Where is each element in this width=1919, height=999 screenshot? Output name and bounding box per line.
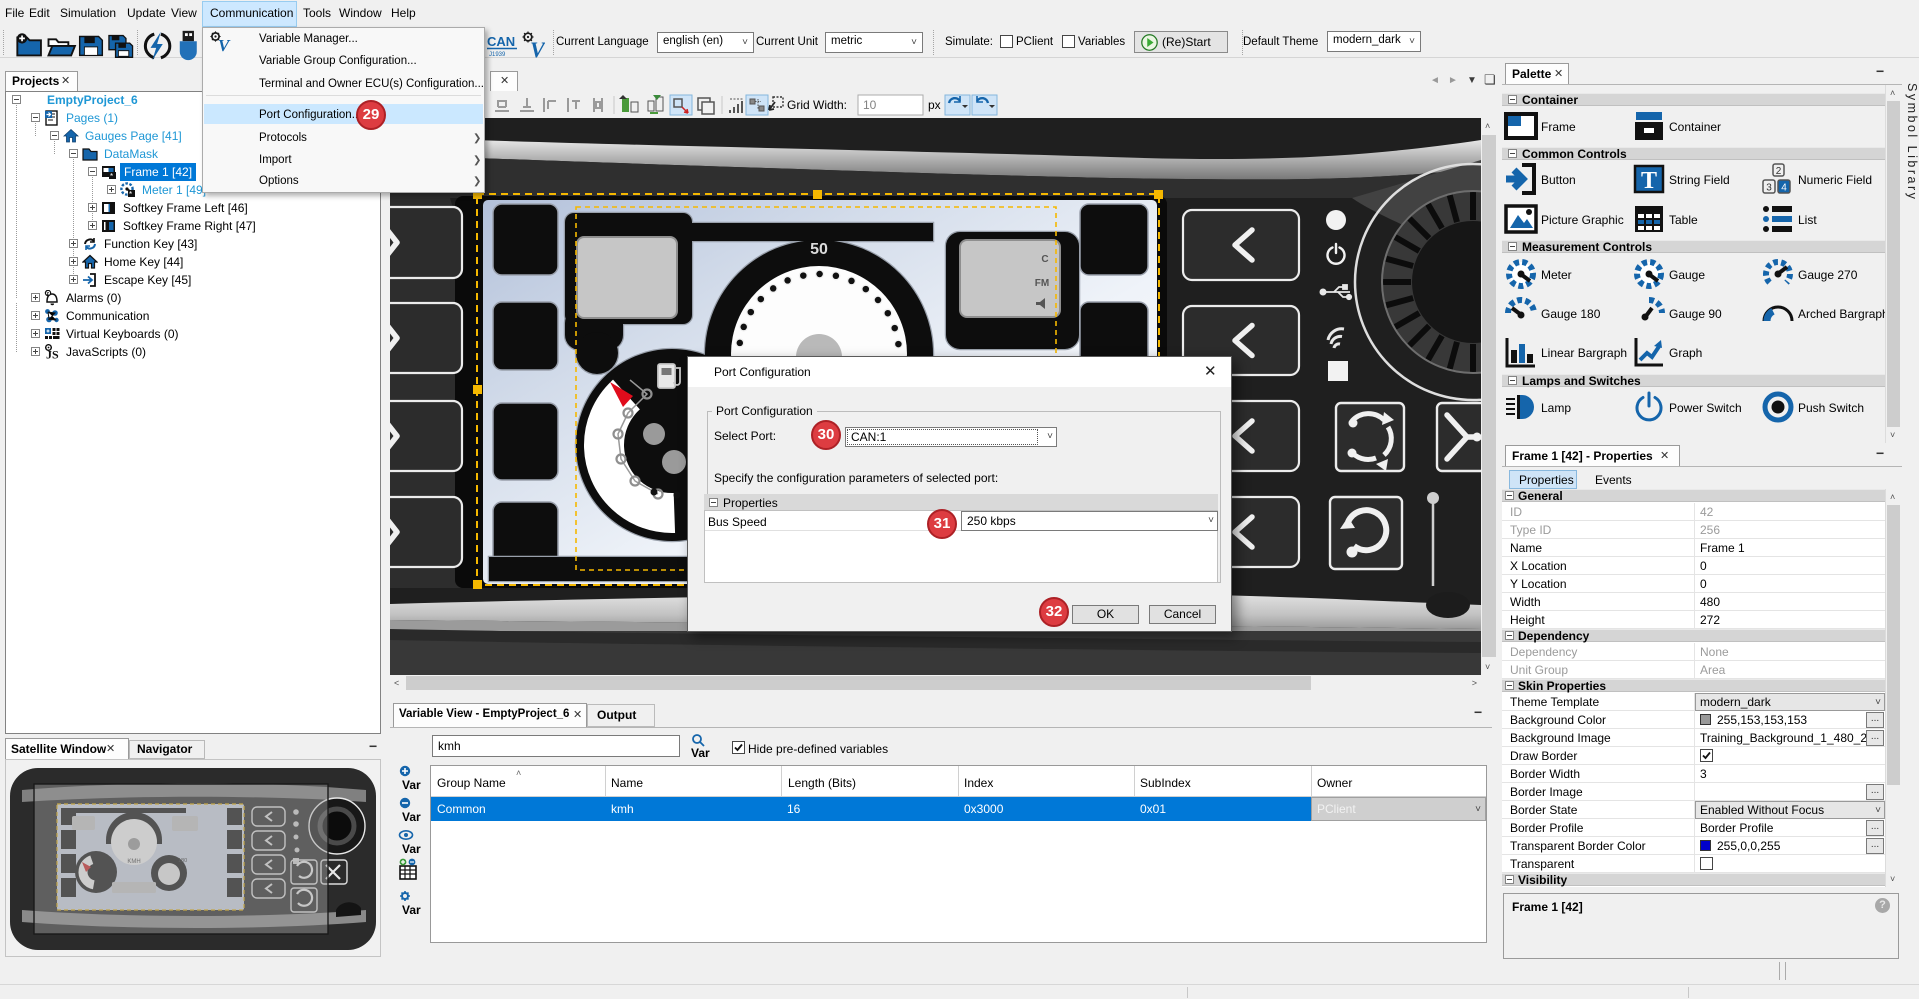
svg-text:2: 2: [1776, 166, 1782, 177]
svg-text:px: px: [928, 98, 941, 112]
svg-text:V: V: [530, 37, 545, 61]
svg-text:J1939: J1939: [489, 52, 506, 58]
svg-text:C: C: [1041, 254, 1048, 265]
svg-text:3: 3: [1766, 183, 1772, 194]
svg-text:JS: JS: [46, 348, 59, 361]
svg-text:Var: Var: [402, 810, 421, 824]
svg-text:Var: Var: [691, 746, 710, 759]
svg-text:CAN: CAN: [487, 34, 515, 49]
svg-text:FM: FM: [1035, 278, 1049, 289]
svg-text:*: *: [110, 172, 113, 180]
svg-text:V: V: [218, 36, 231, 53]
svg-text:T: T: [1641, 168, 1657, 194]
svg-text:Grid Width:: Grid Width:: [787, 98, 847, 112]
svg-text:10: 10: [863, 98, 877, 112]
svg-text:50: 50: [810, 241, 828, 258]
svg-text:*: *: [129, 190, 132, 198]
svg-text:Var: Var: [402, 778, 421, 792]
svg-text:Var: Var: [402, 842, 421, 856]
svg-text:4: 4: [1781, 183, 1787, 194]
svg-text:Var: Var: [402, 903, 421, 917]
